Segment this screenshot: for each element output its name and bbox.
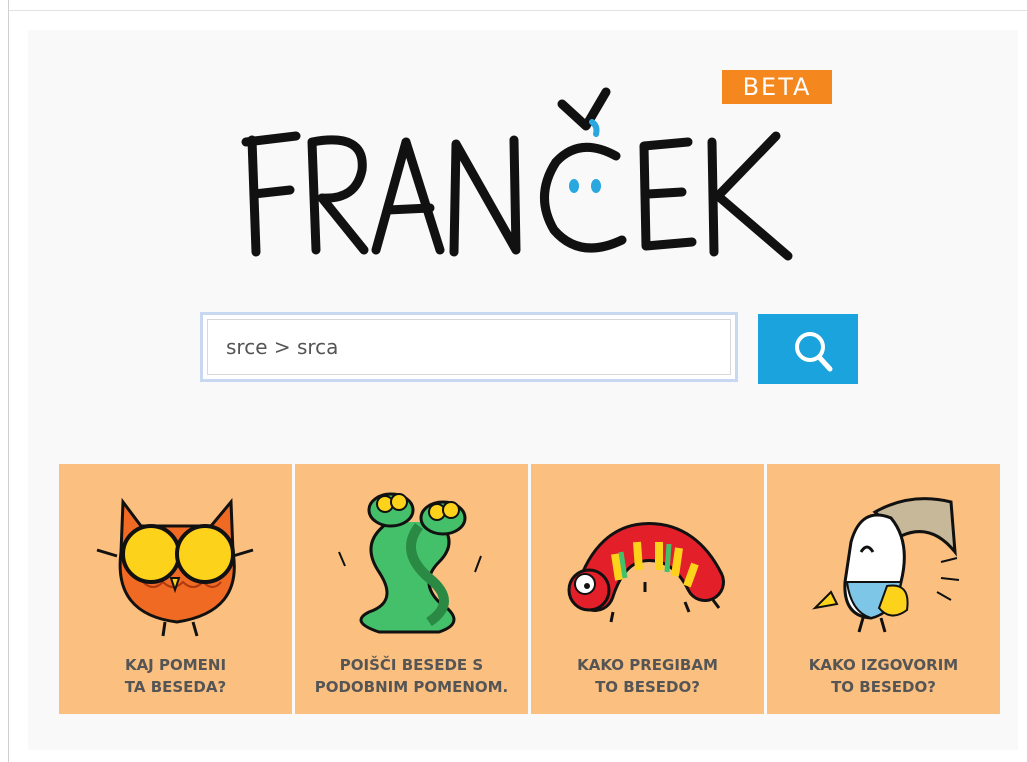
snakes-icon	[338, 492, 482, 634]
card-inflection-label: KAKO PREGIBAM TO BESEDO?	[577, 656, 718, 696]
feature-cards: KAJ POMENI TA BESEDA? POIŠČI BESEDE S PO…	[59, 464, 1000, 714]
search-input[interactable]	[207, 319, 731, 375]
search-icon	[795, 332, 833, 372]
window-top-edge	[9, 0, 1027, 11]
page-content: BETA srce > srca KAJ POMENI TA BESEDA? P…	[28, 30, 1018, 750]
search-button[interactable]	[758, 314, 858, 384]
card-meaning-label: KAJ POMENI TA BESEDA?	[124, 656, 227, 696]
card-pronunciation[interactable]: KAKO IZGOVORIM TO BESEDO?	[767, 464, 1000, 714]
card-pronunciation-label: KAKO IZGOVORIM TO BESEDO?	[808, 656, 959, 696]
toucan-icon	[812, 497, 960, 633]
logo-wordmark	[241, 87, 793, 261]
caterpillar-icon	[567, 521, 725, 623]
card-synonyms-label: POIŠČI BESEDE S PODOBNIM POMENOM.	[314, 656, 509, 696]
window-left-edge	[0, 0, 9, 762]
card-synonyms[interactable]: POIŠČI BESEDE S PODOBNIM POMENOM.	[295, 464, 528, 714]
card-inflection[interactable]: KAKO PREGIBAM TO BESEDO?	[531, 464, 764, 714]
francek-logo[interactable]: BETA	[236, 70, 856, 270]
search-box	[200, 312, 738, 382]
card-meaning[interactable]: KAJ POMENI TA BESEDA?	[59, 464, 292, 714]
owl-icon	[96, 497, 254, 637]
